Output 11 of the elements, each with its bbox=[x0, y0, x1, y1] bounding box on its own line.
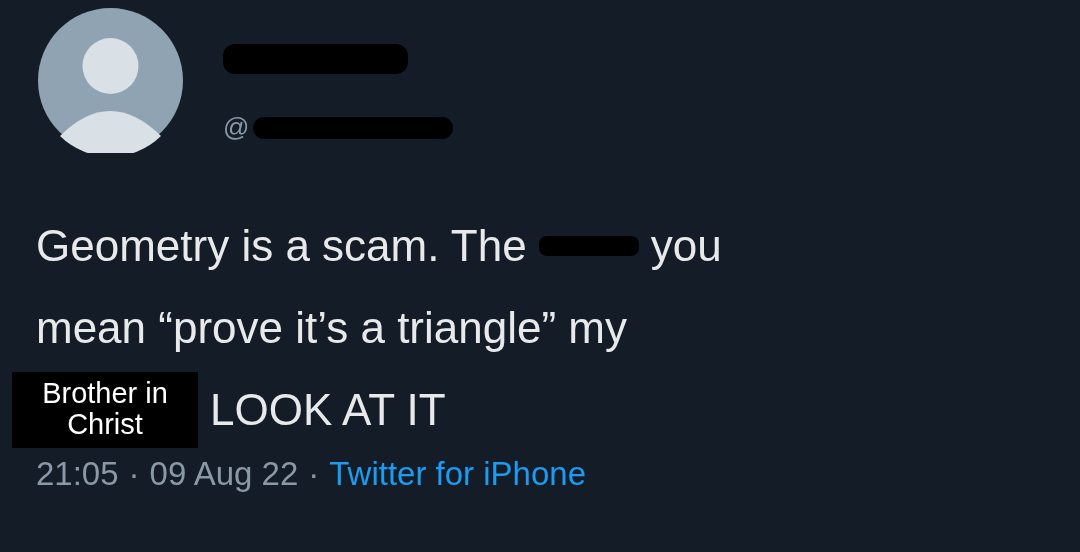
handle-text: @ bbox=[223, 112, 250, 143]
tweet-text: Geometry is a scam. The bbox=[36, 220, 527, 272]
tweet-text: you bbox=[650, 220, 722, 272]
source-link[interactable]: Twitter for iPhone bbox=[329, 455, 587, 493]
tweet-text: mean “prove it’s a triangle” my bbox=[36, 302, 627, 354]
separator-dot: · bbox=[128, 455, 140, 493]
tweet-text: LOOK AT IT bbox=[210, 384, 446, 436]
separator-dot: · bbox=[308, 455, 320, 493]
tweet-date: 09 Aug 22 bbox=[149, 455, 299, 493]
caption-label: Brother in Christ bbox=[12, 372, 198, 448]
tweet-time: 21:05 bbox=[36, 455, 119, 493]
